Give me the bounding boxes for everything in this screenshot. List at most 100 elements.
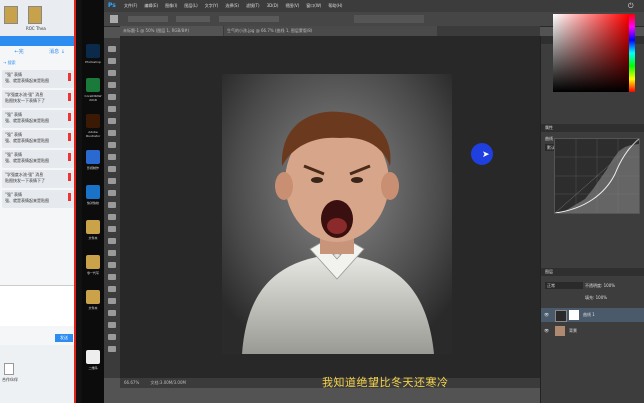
curves-graph[interactable] [554,138,640,214]
blend-mode-select[interactable]: 正常 [545,282,583,289]
layer-row[interactable]: 👁 曲线 1 [541,308,644,322]
chat-tab-messages[interactable]: 消息 ↓ [38,46,76,58]
message-preview: 强、就是表情起来是贴图 [5,158,49,163]
tool-button[interactable] [108,346,116,352]
chat-tab-back[interactable]: ←完 [0,46,38,58]
tool-button[interactable] [108,214,116,220]
properties-panel-header: 属性 [541,124,644,132]
video-subtitle: 我知道绝望比冬天还寒冷 [322,376,449,389]
tool-button[interactable] [108,310,116,316]
tool-button[interactable] [108,94,116,100]
desktop-app-icon[interactable] [86,185,100,199]
menu-item[interactable]: 帮助(H) [328,3,342,9]
pin-icon[interactable] [68,173,71,181]
pin-icon[interactable] [68,193,71,201]
message-preview: 贴图快发一下表情下了 [5,98,45,103]
color-picker-field[interactable] [553,14,637,92]
tool-button[interactable] [108,142,116,148]
tool-button[interactable] [108,226,116,232]
pin-icon[interactable] [68,133,71,141]
menu-item[interactable]: 文字(Y) [205,3,219,9]
desktop-icon-label: 零一代写 [86,271,99,275]
tab-document-1[interactable]: 未标题-1 @ 50% (图层 1, RGB/8#) [120,26,223,36]
desktop-icon-label: CorelDRAW 2018 [84,94,102,102]
layer-row[interactable]: 👁 背景 [541,324,644,338]
workspace-selector[interactable] [354,15,424,23]
power-icon[interactable]: ⏻ [628,2,634,11]
menu-item[interactable]: 选择(S) [225,3,239,9]
menu-item[interactable]: 窗口(W) [306,3,321,9]
desktop-app-icon[interactable] [86,150,100,164]
tool-button[interactable] [108,322,116,328]
tool-button[interactable] [108,286,116,292]
menu-item[interactable]: 3D(D) [267,3,279,9]
eye-icon[interactable]: 👁 [544,324,549,338]
chat-message[interactable]: "学强度水流·强" 消息 贴图快发一下表情下了 [2,90,74,108]
desktop-app-icon[interactable] [86,255,100,269]
chat-window: ROC Thea ←完 消息 ↓ → 搜索 "强" 表情 强、就是表情起来是贴图 "… [0,0,76,403]
desktop-app-icon[interactable] [86,220,100,234]
menu-item[interactable]: 视图(V) [285,3,299,9]
tool-button[interactable] [108,298,116,304]
menu-item[interactable]: 文件(F) [124,3,137,9]
desktop-app-icon[interactable] [86,44,100,58]
tool-button[interactable] [108,274,116,280]
tab-document-2[interactable]: 生气的小孩.jpg @ 66.7% (曲线 1, 图层蒙版/8) [224,26,437,36]
auto-select-option[interactable] [128,16,168,22]
desktop-icon-label: 快对快校 [86,201,99,205]
chat-message[interactable]: "强" 表情 强、就是表情起来是贴图 [2,150,74,168]
opacity-field[interactable]: 不透明度: 100% [585,282,615,289]
canvas-area[interactable] [120,36,540,378]
menu-item[interactable]: 滤镜(T) [246,3,260,9]
desktop-icon-label: Photoshop [85,60,101,64]
tool-button[interactable] [108,46,116,52]
document-tabs: 未标题-1 @ 50% (图层 1, RGB/8#) 生气的小孩.jpg @ 6… [120,26,540,36]
chat-message[interactable]: "学强度水流·强" 消息 贴图快发一下表情下了 [2,170,74,188]
folder-icon[interactable] [28,6,42,24]
chat-message-list: "强" 表情 强、就是表情起来是贴图 "学强度水流·强" 消息 贴图快发一下表情下了 "… [0,70,76,208]
menu-bar: Ps 文件(F) 编辑(E) 图像(I) 图层(L) 文字(Y) 选择(S) 滤镜(T) 3D… [104,0,644,12]
tool-button[interactable] [108,190,116,196]
tool-button[interactable] [108,118,116,124]
hue-slider[interactable] [629,14,635,92]
tool-button[interactable] [108,238,116,244]
pin-icon[interactable] [68,93,71,101]
chat-message[interactable]: "强" 表情 强、就是表情起来是贴图 [2,110,74,128]
folder-icon[interactable] [4,6,18,24]
chat-input-field[interactable] [0,285,76,326]
tool-button[interactable] [108,262,116,268]
chat-message[interactable]: "强" 表情 强、就是表情起来是贴图 [2,70,74,88]
tool-button[interactable] [108,154,116,160]
chat-message[interactable]: "强" 表情 强、就是表情起来是贴图 [2,190,74,208]
tool-button[interactable] [108,334,116,340]
desktop-app-icon[interactable] [86,350,100,364]
tool-button[interactable] [108,202,116,208]
align-buttons[interactable] [219,16,279,22]
menu-item[interactable]: 编辑(E) [144,3,158,9]
eye-icon[interactable]: 👁 [544,308,549,322]
desktop-app-icon[interactable] [86,114,100,128]
file-icon[interactable] [4,363,14,375]
canvas-image [222,74,452,354]
send-button[interactable]: 发送 [55,334,73,342]
zoom-level[interactable]: 66.67% [124,380,139,385]
menu-item[interactable]: 图像(I) [165,3,177,9]
tool-button[interactable] [108,250,116,256]
tool-button[interactable] [108,166,116,172]
tool-button[interactable] [108,58,116,64]
pin-icon[interactable] [68,113,71,121]
pin-icon[interactable] [68,153,71,161]
desktop-app-icon[interactable] [86,290,100,304]
desktop-app-icon[interactable] [86,78,100,92]
move-tool-icon[interactable] [110,15,118,23]
tool-button[interactable] [108,106,116,112]
pin-icon[interactable] [68,73,71,81]
tool-button[interactable] [108,178,116,184]
tool-button[interactable] [108,70,116,76]
tool-button[interactable] [108,82,116,88]
fill-field[interactable]: 填充: 100% [585,294,607,301]
tool-button[interactable] [108,130,116,136]
transform-controls-option[interactable] [176,16,210,22]
chat-message[interactable]: "强" 表情 强、就是表情起来是贴图 [2,130,74,148]
menu-item[interactable]: 图层(L) [184,3,197,9]
